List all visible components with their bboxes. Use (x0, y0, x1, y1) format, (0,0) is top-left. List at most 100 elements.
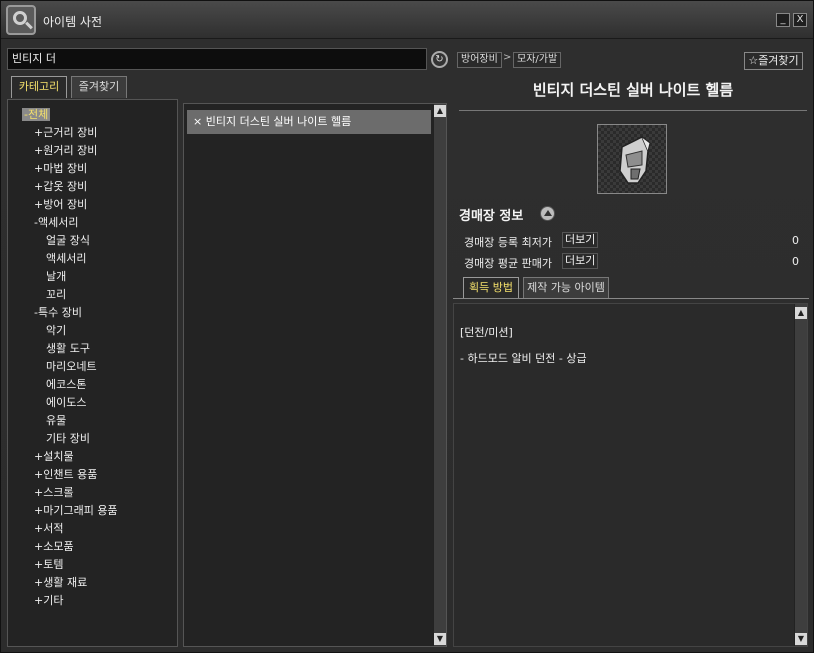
category-item[interactable]: 악기 (22, 322, 118, 340)
category-item[interactable]: 날개 (22, 268, 118, 286)
search-input[interactable]: 빈티지 더 (7, 48, 427, 70)
category-item-label: 마리오네트 (46, 360, 97, 373)
title-bar[interactable]: 아이템 사전 _ X (1, 1, 813, 39)
tab-divider (453, 298, 809, 299)
category-item[interactable]: 액세서리 (22, 250, 118, 268)
item-dictionary-window: 아이템 사전 _ X 빈티지 더 ↻ 카테고리 즐겨찾기 -전체 +근거리 장비 +… (0, 0, 814, 653)
helmet-icon (619, 135, 651, 184)
category-item[interactable]: +방어 장비 (22, 196, 118, 214)
category-item-label: 악기 (46, 324, 67, 337)
scroll-up-arrow-icon[interactable]: ▲ (434, 105, 446, 117)
category-item-label: +인챈트 용품 (34, 468, 98, 481)
category-item-label: +스크롤 (34, 486, 74, 499)
refresh-icon[interactable]: ↻ (431, 51, 448, 68)
category-item-label: 생활 도구 (46, 342, 90, 355)
magnifier-book-icon (6, 5, 36, 35)
result-marker: × (193, 115, 203, 128)
category-item[interactable]: +스크롤 (22, 484, 118, 502)
category-item[interactable]: +인챈트 용품 (22, 466, 118, 484)
category-item-label: 날개 (46, 270, 67, 283)
category-item[interactable]: 얼굴 장식 (22, 232, 118, 250)
acquisition-entry: - 하드모드 알비 던전 - 상급 (460, 352, 587, 365)
average-price-value: 0 (792, 255, 799, 268)
scroll-down-arrow-icon[interactable]: ▼ (795, 633, 807, 645)
category-item-label: 기타 장비 (46, 432, 90, 445)
category-item[interactable]: 에코스톤 (22, 376, 118, 394)
average-price-more-button[interactable]: 더보기 (562, 253, 599, 269)
lowest-price-label: 경매장 등록 최저가 (464, 236, 552, 249)
category-item-label: -특수 장비 (34, 306, 82, 319)
category-item-label: 에코스톤 (46, 378, 87, 391)
category-item-label: +소모품 (34, 540, 74, 553)
category-item-label: +기타 (34, 594, 64, 607)
category-item-label: +생활 재료 (34, 576, 88, 589)
breadcrumb-headgear[interactable]: 모자/가발 (513, 52, 562, 68)
category-item[interactable]: 마리오네트 (22, 358, 118, 376)
category-item[interactable]: +원거리 장비 (22, 142, 118, 160)
result-label: 빈티지 더스틴 실버 나이트 헬름 (205, 115, 352, 128)
category-item-label: +설치물 (34, 450, 74, 463)
category-item[interactable]: +마기그래피 용품 (22, 502, 118, 520)
category-item-label: +서적 (34, 522, 64, 535)
category-item-label: 얼굴 장식 (46, 234, 90, 247)
tab-craftable-items[interactable]: 제작 가능 아이템 (523, 277, 609, 298)
category-item[interactable]: 기타 장비 (22, 430, 118, 448)
close-button[interactable]: X (793, 13, 807, 27)
category-item[interactable]: +생활 재료 (22, 574, 118, 592)
category-item-label: +근거리 장비 (34, 126, 98, 139)
category-item-label: -전체 (22, 108, 51, 121)
category-item[interactable]: +서적 (22, 520, 118, 538)
category-item[interactable]: +근거리 장비 (22, 124, 118, 142)
category-item[interactable]: 생활 도구 (22, 340, 118, 358)
results-scrollbar[interactable]: ▲ ▼ (433, 104, 446, 646)
scroll-up-arrow-icon[interactable]: ▲ (795, 307, 807, 319)
item-name: 빈티지 더스틴 실버 나이트 헬름 (532, 81, 734, 99)
acquisition-panel: [던전/미션] - 하드모드 알비 던전 - 상급 ▲ ▼ (453, 303, 808, 647)
category-tree: -전체 +근거리 장비 +원거리 장비 +마법 장비 +갑옷 장비 +방어 장비 -액세서리… (22, 106, 118, 610)
add-favorite-button[interactable]: ☆즐겨찾기 (744, 52, 803, 70)
category-item-label: 액세서리 (46, 252, 87, 265)
category-item[interactable]: -액세서리 (22, 214, 118, 232)
window-title: 아이템 사전 (43, 15, 103, 29)
acquisition-scrollbar[interactable]: ▲ ▼ (794, 304, 807, 646)
category-item-label: 유물 (46, 414, 67, 427)
lowest-price-more-button[interactable]: 더보기 (562, 232, 599, 248)
category-item-label: +갑옷 장비 (34, 180, 88, 193)
breadcrumb-separator: > (503, 52, 512, 63)
category-item[interactable]: 에이도스 (22, 394, 118, 412)
search-results-panel: × 빈티지 더스틴 실버 나이트 헬름 ▲ ▼ (183, 103, 447, 647)
category-item[interactable]: 꼬리 (22, 286, 118, 304)
category-item[interactable]: +갑옷 장비 (22, 178, 118, 196)
category-panel: -전체 +근거리 장비 +원거리 장비 +마법 장비 +갑옷 장비 +방어 장비 -액세서리… (7, 99, 178, 647)
tab-favorites[interactable]: 즐겨찾기 (71, 76, 127, 98)
category-item-label: +토템 (34, 558, 64, 571)
category-item-label: 에이도스 (46, 396, 87, 409)
category-item[interactable]: 유물 (22, 412, 118, 430)
category-item[interactable]: +소모품 (22, 538, 118, 556)
item-image-frame (597, 124, 667, 194)
category-item[interactable]: +마법 장비 (22, 160, 118, 178)
category-item[interactable]: +기타 (22, 592, 118, 610)
acquisition-heading: [던전/미션] (460, 326, 513, 339)
category-item[interactable]: +토템 (22, 556, 118, 574)
category-item-label: +방어 장비 (34, 198, 88, 211)
category-item-label: +마기그래피 용품 (34, 504, 118, 517)
collapse-up-icon[interactable] (540, 206, 555, 221)
lowest-price-value: 0 (792, 234, 799, 247)
auction-info-title: 경매장 정보 (459, 209, 524, 224)
category-item[interactable]: +설치물 (22, 448, 118, 466)
breadcrumb-armor[interactable]: 방어장비 (457, 52, 502, 68)
scroll-down-arrow-icon[interactable]: ▼ (434, 633, 446, 645)
result-row[interactable]: × 빈티지 더스틴 실버 나이트 헬름 (187, 110, 431, 134)
minimize-button[interactable]: _ (776, 13, 790, 27)
average-price-label: 경매장 평균 판매가 (464, 257, 552, 270)
category-item-label: +원거리 장비 (34, 144, 98, 157)
category-item-label: +마법 장비 (34, 162, 88, 175)
tab-acquisition[interactable]: 획득 방법 (463, 277, 519, 298)
category-item-label: 꼬리 (46, 288, 67, 301)
category-item[interactable]: -특수 장비 (22, 304, 118, 322)
category-item-label: -액세서리 (34, 216, 79, 229)
divider (459, 110, 807, 111)
tab-category[interactable]: 카테고리 (11, 76, 67, 98)
category-item[interactable]: -전체 (22, 106, 118, 124)
